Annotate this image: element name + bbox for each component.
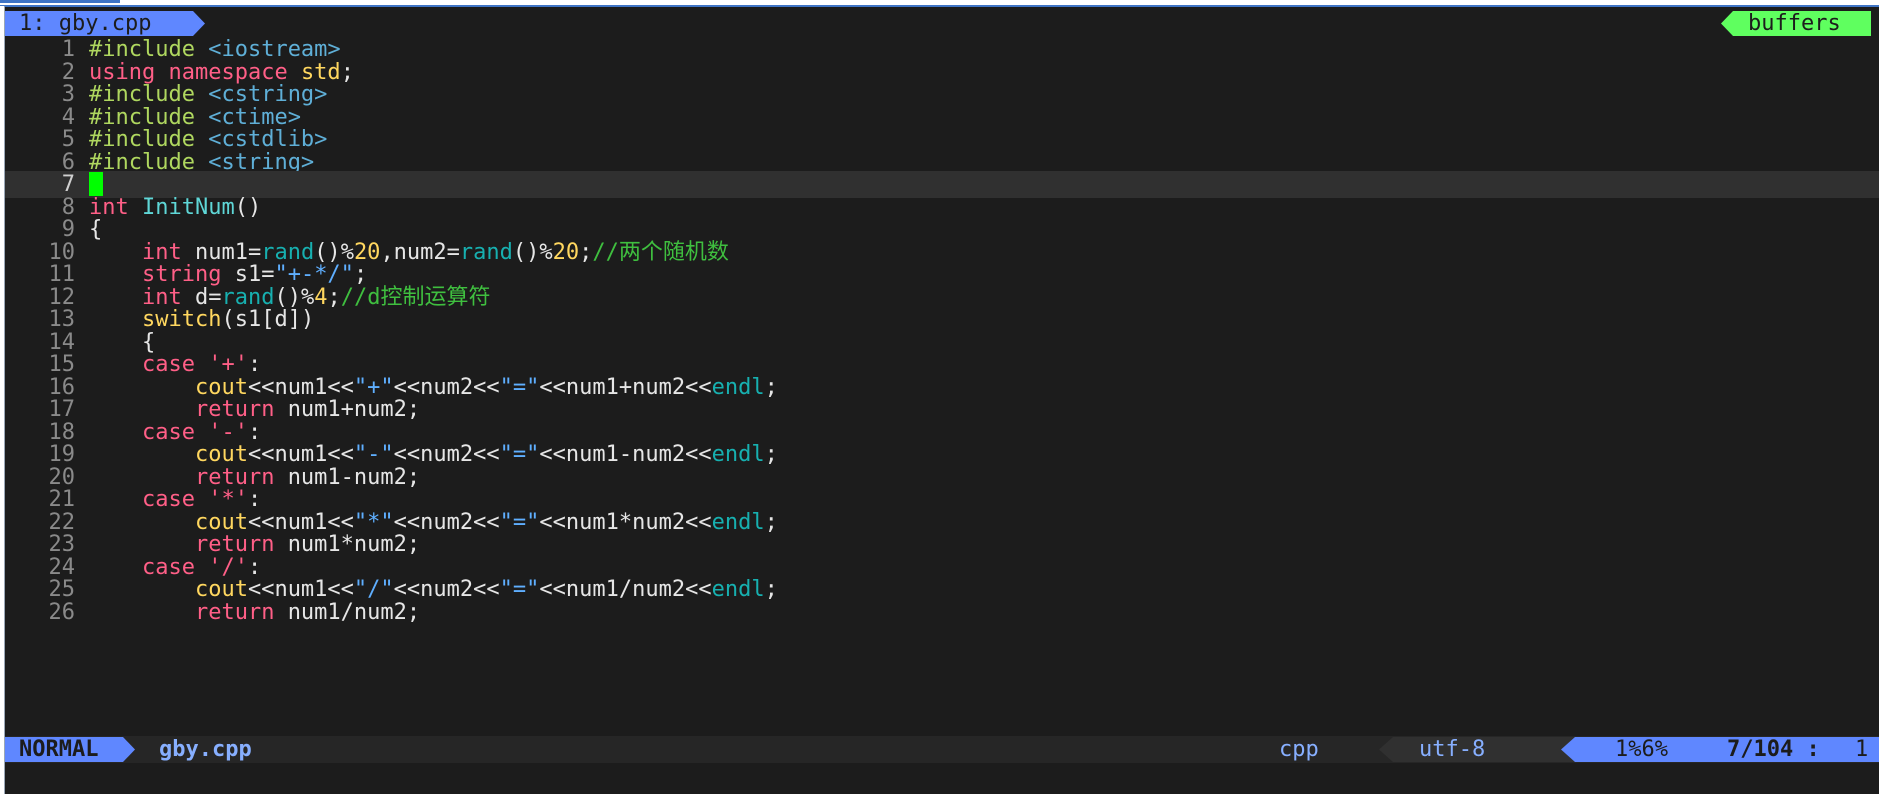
command-line[interactable] [5,763,1879,794]
tabline: 1: gby.cpp buffers [5,9,1879,38]
status-encoding: utf-8 [1419,737,1486,762]
window-top-border [0,0,1879,7]
line-number: 26 [48,600,76,625]
code-token: return [194,600,288,625]
status-filetype: cpp [1279,737,1319,762]
block-cursor-icon [89,171,103,196]
status-filename: gby.cpp [159,737,252,762]
mode-indicator: NORMAL [5,737,135,762]
tab-gby-cpp[interactable]: 1: gby.cpp [5,11,205,36]
status-percent: 1%6% [1615,737,1668,762]
code-token: num1/num2; [287,600,421,625]
code-line[interactable]: 26 return num1/num2; [5,599,1879,626]
window-title-accent [0,0,120,3]
status-column: 1 [1855,737,1869,762]
line-code: return num1/num2; [89,599,420,626]
statusline: NORMAL gby.cpp cpp utf-8 1%6% 7/104 : 1 [5,736,1879,763]
window-top-line [0,5,1879,7]
status-position-segment [1561,737,1879,762]
buffers-indicator[interactable]: buffers [1721,11,1871,36]
editor-pane[interactable]: 1 #include <iostream> 2 using namespace std… [5,37,1879,736]
status-line-count: 7/104 : [1727,737,1820,762]
